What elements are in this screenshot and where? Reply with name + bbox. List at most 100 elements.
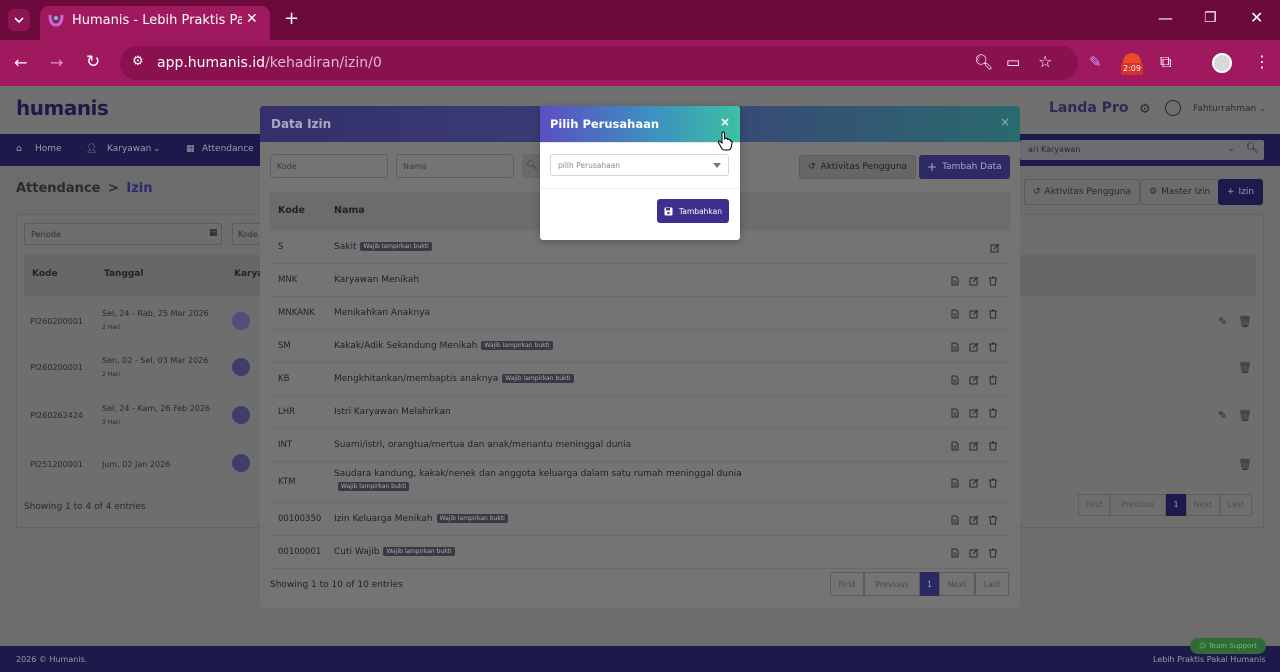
history-icon: ↺: [1033, 187, 1041, 197]
document-icon[interactable]: [950, 408, 960, 418]
document-icon[interactable]: [950, 478, 960, 488]
tambah-data-button[interactable]: + Tambah Data: [919, 155, 1010, 179]
edit-icon[interactable]: [969, 408, 979, 418]
user-name[interactable]: Fahturrahman: [1193, 104, 1256, 114]
trash-icon[interactable]: [988, 478, 998, 488]
bg-master-izin-button[interactable]: ⚙ Master Izin: [1140, 179, 1220, 205]
kode-filter-input[interactable]: Kode: [270, 154, 388, 178]
edit-icon[interactable]: [969, 441, 979, 451]
trash-icon[interactable]: 🗑︎: [1238, 361, 1252, 374]
edit-icon[interactable]: [969, 515, 979, 525]
aktivitas-pengguna-button[interactable]: ↺ Aktivitas Pengguna: [799, 155, 917, 179]
tab-search-button[interactable]: [8, 9, 30, 31]
edit-icon[interactable]: ✎: [1218, 315, 1227, 328]
trash-icon[interactable]: [988, 375, 998, 385]
extensions-puzzle-icon[interactable]: ⧉: [1160, 54, 1171, 70]
table-row: LHR Istri Karyawan Melahirkan: [270, 396, 1010, 429]
data-izin-close-icon[interactable]: ×: [1000, 115, 1010, 129]
trash-icon[interactable]: [988, 515, 998, 525]
col-kode: Kode: [278, 205, 305, 216]
bg-filter-periode-text: Periode: [31, 230, 61, 239]
nama-filter-placeholder: Nama: [403, 161, 427, 171]
trash-icon[interactable]: [988, 441, 998, 451]
trash-icon[interactable]: [988, 309, 998, 319]
nav-karyawan[interactable]: Karyawan: [107, 144, 151, 154]
bookmark-star-icon[interactable]: ☆: [1038, 54, 1052, 70]
bg-page-next[interactable]: Next: [1186, 494, 1220, 516]
edit-icon[interactable]: [969, 478, 979, 488]
document-icon[interactable]: [950, 342, 960, 352]
bg-showing-entries: Showing 1 to 4 of 4 entries: [24, 502, 146, 512]
bg-page-first[interactable]: First: [1078, 494, 1110, 516]
tab-close-icon[interactable]: ✕: [246, 11, 258, 27]
nav-search-input[interactable]: ari Karyawan ⌄ 🔍︎: [1020, 140, 1264, 160]
avatar: [232, 358, 250, 376]
back-icon[interactable]: ←: [14, 55, 27, 71]
forward-icon[interactable]: →: [50, 55, 63, 71]
nav-home[interactable]: Home: [35, 144, 62, 154]
extension-timer[interactable]: 2:09: [1121, 53, 1143, 77]
bg-izin-button[interactable]: + Izin: [1218, 179, 1264, 205]
bg-aktivitas-button[interactable]: ↺ Aktivitas Pengguna: [1024, 179, 1141, 205]
edit-icon[interactable]: [969, 309, 979, 319]
user-chevron-icon[interactable]: ⌄: [1259, 104, 1266, 113]
tambahkan-button[interactable]: Tambahkan: [657, 199, 729, 223]
search-button[interactable]: 🔍︎: [522, 154, 542, 178]
window-close-icon[interactable]: ✕: [1250, 10, 1263, 26]
install-app-icon[interactable]: ▭: [1006, 55, 1020, 70]
bg-page-previous[interactable]: Previous: [1110, 494, 1166, 516]
settings-gear-icon[interactable]: ⚙: [1139, 102, 1151, 117]
document-icon[interactable]: [950, 515, 960, 525]
page-1[interactable]: 1: [920, 572, 939, 596]
document-icon[interactable]: [950, 309, 960, 319]
site-info-icon[interactable]: ⚙: [132, 55, 144, 68]
nama-filter-input[interactable]: Nama: [396, 154, 514, 178]
bg-filter-kode[interactable]: Kode: [232, 223, 262, 245]
trash-icon[interactable]: [988, 548, 998, 558]
trash-icon[interactable]: 🗑︎: [1238, 409, 1252, 422]
trash-icon[interactable]: 🗑︎: [1238, 458, 1252, 471]
address-bar[interactable]: ⚙ app.humanis.id/kehadiran/izin/0 🔍︎ ▭ ☆: [120, 46, 1078, 80]
pilih-perusahaan-close-icon[interactable]: ×: [720, 115, 730, 129]
menu-kebab-icon[interactable]: ⋮: [1254, 54, 1270, 70]
trash-icon[interactable]: [988, 408, 998, 418]
zoom-icon[interactable]: 🔍︎: [974, 55, 993, 70]
perusahaan-select[interactable]: pilih Perusahaan: [550, 154, 729, 176]
nav-search-icon[interactable]: 🔍︎: [1246, 143, 1259, 154]
reload-icon[interactable]: ↻: [86, 54, 100, 71]
trash-icon[interactable]: [988, 276, 998, 286]
breadcrumb-root[interactable]: Attendance: [16, 181, 100, 196]
bg-row-kode: PI260200001: [30, 363, 83, 372]
document-icon[interactable]: [950, 375, 960, 385]
extension-feather-icon[interactable]: ✎: [1089, 55, 1102, 70]
bg-page-last[interactable]: Last: [1220, 494, 1252, 516]
page-last[interactable]: Last: [975, 572, 1009, 596]
browser-tab-active[interactable]: Humanis - Lebih Praktis Pakai H ✕: [40, 6, 270, 40]
document-icon[interactable]: [950, 548, 960, 558]
row-nama-wrap: Saudara kandung, kakak/nenek dan anggota…: [334, 468, 754, 494]
page-previous[interactable]: Previous: [864, 572, 920, 596]
bg-filter-periode[interactable]: Periode ▦: [24, 223, 222, 245]
company-name[interactable]: Landa Pro: [1049, 100, 1128, 116]
edit-icon[interactable]: [969, 342, 979, 352]
team-support-button[interactable]: ☺ Team Support: [1190, 638, 1266, 654]
edit-icon[interactable]: [990, 243, 1000, 253]
trash-icon[interactable]: 🗑︎: [1238, 315, 1252, 328]
page-next[interactable]: Next: [939, 572, 975, 596]
edit-icon[interactable]: [969, 548, 979, 558]
page-first[interactable]: First: [830, 572, 864, 596]
new-tab-icon[interactable]: +: [284, 10, 299, 28]
user-avatar-icon[interactable]: [1165, 100, 1181, 116]
bg-page-1[interactable]: 1: [1166, 494, 1186, 516]
edit-icon[interactable]: ✎: [1218, 409, 1227, 422]
nav-attendance[interactable]: Attendance: [202, 144, 254, 154]
edit-icon[interactable]: [969, 276, 979, 286]
edit-icon[interactable]: [969, 375, 979, 385]
minimize-icon[interactable]: —: [1158, 11, 1173, 26]
trash-icon[interactable]: [988, 342, 998, 352]
restore-icon[interactable]: ❐: [1204, 11, 1217, 25]
document-icon[interactable]: [950, 441, 960, 451]
tambah-data-label: Tambah Data: [942, 162, 1002, 172]
profile-avatar[interactable]: [1212, 53, 1232, 73]
document-icon[interactable]: [950, 276, 960, 286]
